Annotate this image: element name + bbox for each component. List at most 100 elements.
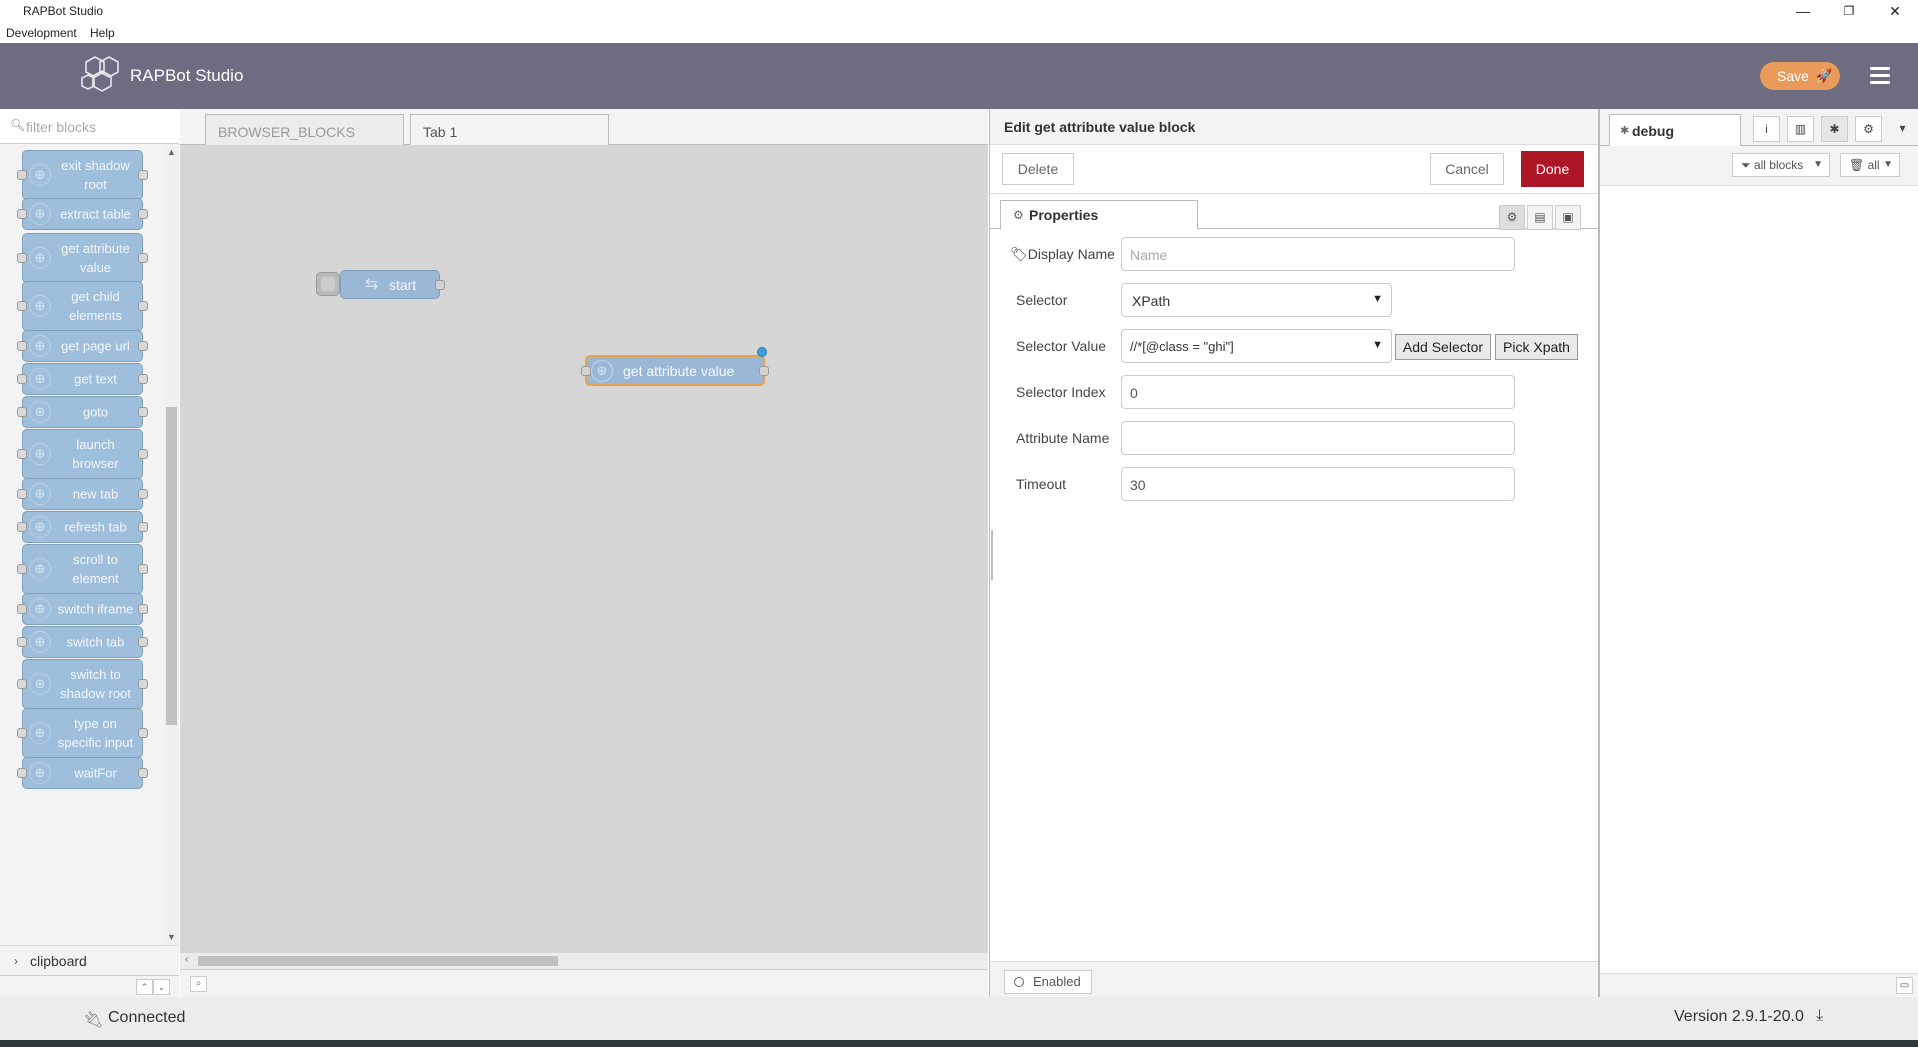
brand-name: RAPBot Studio — [130, 66, 244, 85]
palette-block-switch-iframe[interactable]: ⊕ switch iframe — [17, 593, 148, 625]
info-icon[interactable]: i — [1753, 116, 1780, 142]
scroll-down-icon[interactable]: ▼ — [167, 932, 176, 942]
palette-category-clipboard[interactable]: › clipboard — [0, 945, 179, 975]
monitor-icon[interactable]: ▭ — [1896, 977, 1913, 994]
tab-label: Properties — [1029, 207, 1099, 223]
close-icon[interactable]: ✕ — [1872, 0, 1918, 23]
palette-block-exit-shadow-root[interactable]: ⊕ exit shadow root — [17, 150, 148, 200]
window-titlebar: RAPBot Studio — ❐ ✕ — [0, 0, 1918, 23]
block-label: switch tab — [66, 634, 125, 650]
debug-bug-icon[interactable]: ✱ — [1821, 116, 1848, 142]
appearance-frame-icon[interactable]: ▣ — [1555, 205, 1581, 230]
timeout-input[interactable]: 30 — [1121, 467, 1515, 501]
block-output-port — [138, 301, 148, 311]
enabled-toggle[interactable]: Enabled — [1004, 970, 1092, 994]
palette-block-get-page-url[interactable]: ⊕ get page url — [17, 330, 148, 362]
palette-block-get-child-elements[interactable]: ⊕ get child elements — [17, 281, 148, 331]
palette-block-launch-browser[interactable]: ⊕ launch browser — [17, 429, 148, 479]
debug-sidebar: ✱ debug i ▥ ✱ ⚙ ▾ ⏷ all blocks ▼ 🗑︎ all … — [1599, 109, 1918, 997]
save-button[interactable]: Save 🚀 — [1760, 62, 1840, 90]
collapse-down-icon[interactable]: ⌄ — [153, 979, 170, 995]
description-doc-icon[interactable]: ▤ — [1527, 205, 1553, 230]
settings-gear-icon[interactable]: ⚙ — [1499, 205, 1525, 230]
pick-xpath-button[interactable]: Pick Xpath — [1495, 334, 1578, 360]
block-input-port — [17, 604, 27, 614]
attribute-name-row: Attribute Name — [990, 418, 1598, 456]
clear-all-dropdown[interactable]: 🗑︎ all ▼ — [1840, 153, 1900, 177]
menu-development[interactable]: Development — [6, 26, 77, 40]
workspace-scroll-thumb[interactable] — [198, 956, 558, 966]
workspace-hscrollbar[interactable]: ‹ — [180, 953, 988, 969]
sidebar-footer: ▭ — [1600, 973, 1918, 997]
download-icon[interactable]: ⤓ — [1816, 1007, 1823, 1025]
tab-tab-1[interactable]: Tab 1 — [410, 114, 609, 146]
palette-block-waitFor[interactable]: ⊕ waitFor — [17, 757, 148, 789]
filter-input[interactable]: filter blocks — [26, 119, 96, 135]
palette-block-get-attribute-value[interactable]: ⊕ get attribute value — [17, 233, 148, 283]
palette-block-switch-to-shadow-root[interactable]: ⊕ switch to shadow root — [17, 659, 148, 709]
tray-resize-handle[interactable] — [991, 530, 993, 580]
cancel-button[interactable]: Cancel — [1430, 153, 1504, 185]
selector-label: Selector — [1016, 292, 1068, 308]
selector-index-input[interactable]: 0 — [1121, 375, 1515, 409]
node-output-port[interactable] — [435, 279, 445, 290]
attribute-name-label: Attribute Name — [1016, 430, 1110, 446]
block-label: new tab — [72, 486, 119, 502]
config-gear-icon[interactable]: ⚙ — [1855, 116, 1882, 142]
done-button[interactable]: Done — [1521, 151, 1584, 187]
globe-icon: ⊕ — [29, 335, 51, 357]
selector-value-select[interactable]: //*[@class = "ghi"] ▼ — [1121, 329, 1392, 363]
selector-select[interactable]: XPath ▼ — [1121, 283, 1392, 317]
gear-icon: ⚙ — [1013, 208, 1024, 222]
get-attribute-value-node[interactable]: ⊕ get attribute value — [581, 347, 769, 386]
palette-block-switch-tab[interactable]: ⊕ switch tab — [17, 626, 148, 658]
palette-block-refresh-tab[interactable]: ⊕ refresh tab — [17, 511, 148, 543]
add-selector-button[interactable]: Add Selector — [1395, 334, 1491, 360]
globe-icon: ⊕ — [591, 360, 613, 382]
search-flows-icon[interactable]: ⌕ — [190, 976, 207, 992]
chevron-down-icon: ▼ — [1372, 339, 1383, 351]
flow-workspace[interactable]: ⇆ start ⊕ get attribute value — [180, 145, 988, 953]
chevron-down-icon[interactable]: ▾ — [1889, 116, 1916, 142]
scroll-left-icon[interactable]: ‹ — [185, 954, 188, 965]
tab-debug[interactable]: ✱ debug — [1609, 114, 1741, 147]
block-label: launch browser — [72, 437, 119, 471]
minimize-icon[interactable]: — — [1780, 0, 1826, 23]
node-output-port[interactable] — [759, 365, 769, 376]
collapse-up-icon[interactable]: ⌃ — [136, 979, 153, 995]
caret-down-icon: ▼ — [1883, 159, 1893, 170]
palette-filter[interactable]: 🔍︎ filter blocks — [0, 109, 179, 144]
hamburger-menu-icon[interactable] — [1870, 67, 1890, 85]
palette-block-extract-table[interactable]: ⊕ extract table — [17, 198, 148, 230]
palette-block-goto[interactable]: ⊕ goto — [17, 396, 148, 428]
filter-all-blocks-dropdown[interactable]: ⏷ all blocks ▼ — [1732, 153, 1830, 177]
tab-browser-blocks[interactable]: BROWSER_BLOCKS — [205, 114, 404, 146]
menubar: Development Help — [0, 23, 1918, 43]
selector-index-label: Selector Index — [1016, 384, 1106, 400]
block-input-port — [17, 407, 27, 417]
display-name-input[interactable]: Name — [1121, 237, 1515, 271]
book-icon[interactable]: ▥ — [1787, 116, 1814, 142]
palette-block-get-text[interactable]: ⊕ get text — [17, 363, 148, 395]
palette-scroll-thumb[interactable] — [166, 407, 177, 725]
attribute-name-input[interactable] — [1121, 421, 1515, 455]
version-label: Version 2.9.1-20.0 — [1674, 1008, 1804, 1025]
block-label: waitFor — [74, 765, 117, 781]
block-input-port — [17, 637, 27, 647]
palette-block-new-tab[interactable]: ⊕ new tab — [17, 478, 148, 510]
node-input-port[interactable] — [581, 365, 591, 376]
start-trigger-button[interactable] — [316, 272, 340, 296]
tab-properties[interactable]: ⚙ Properties — [1000, 200, 1198, 230]
block-input-port — [17, 679, 27, 689]
tray-title: Edit get attribute value block — [1004, 119, 1196, 135]
restore-icon[interactable]: ❐ — [1826, 0, 1872, 23]
inject-arrows-icon: ⇆ — [365, 276, 379, 293]
scroll-up-icon[interactable]: ▲ — [167, 147, 176, 157]
menu-help[interactable]: Help — [90, 26, 115, 40]
block-input-port — [17, 449, 27, 459]
delete-button[interactable]: Delete — [1002, 153, 1074, 185]
palette-block-type-on-specific-input[interactable]: ⊕ type on specific input — [17, 708, 148, 758]
start-node[interactable]: ⇆ start — [340, 270, 445, 299]
palette-block-scroll-to-element[interactable]: ⊕ scroll to element — [17, 544, 148, 594]
palette-scrollbar[interactable]: ▲ ▼ — [164, 145, 179, 945]
